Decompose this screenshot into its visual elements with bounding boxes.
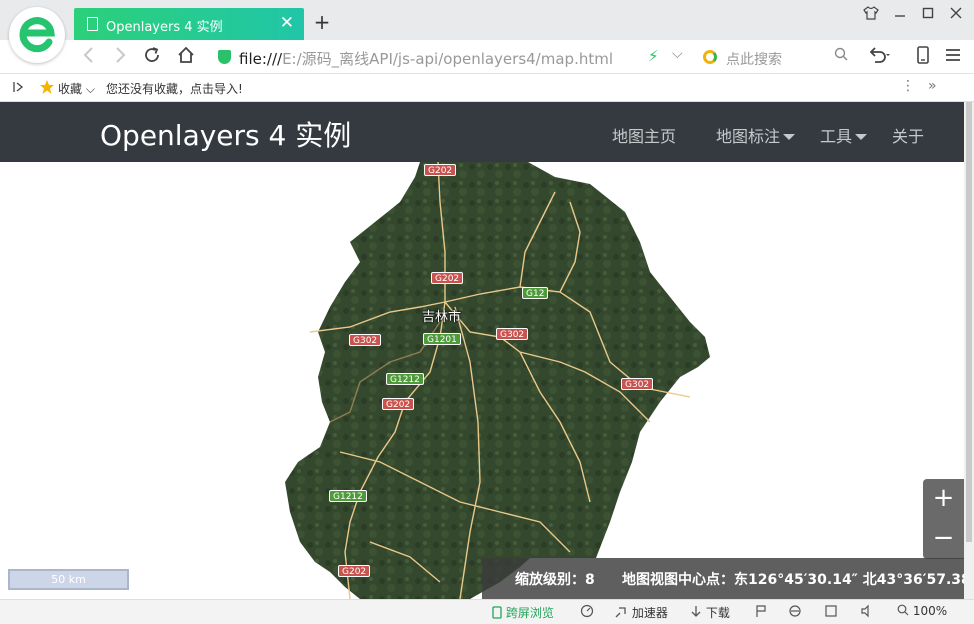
nav-home[interactable]: 地图主页 — [612, 123, 676, 147]
volume-icon[interactable] — [860, 604, 874, 621]
road-label: G302 — [349, 334, 382, 346]
download-button[interactable]: 下载 — [690, 604, 730, 621]
page-icon — [87, 17, 98, 31]
star-folder-icon — [39, 79, 55, 98]
bookmarks-menu[interactable]: 收藏 ⌵ — [58, 80, 95, 97]
road-label: G302 — [621, 378, 654, 390]
url-text: file:///E:/源码_离线API/js-api/openlayers4/m… — [239, 50, 614, 68]
site-navbar: Openlayers 4 实例 地图主页 地图标注 工具 关于 — [0, 102, 964, 162]
satellite-map-layer — [285, 162, 710, 599]
speed-icon[interactable] — [580, 604, 594, 621]
new-tab-button[interactable]: + — [313, 10, 331, 34]
road-label: G202 — [431, 272, 464, 284]
site-brand[interactable]: Openlayers 4 实例 — [100, 114, 351, 154]
status-bar: 跨屏浏览 加速器 下载 100% — [0, 599, 974, 624]
zoom-in-button[interactable]: + — [923, 479, 964, 519]
road-label: G1212 — [329, 490, 367, 502]
nav-about[interactable]: 关于 — [892, 123, 924, 147]
shirt-icon[interactable] — [860, 6, 882, 26]
fullscreen-browse-button[interactable]: 跨屏浏览 — [492, 604, 554, 621]
search-field[interactable]: 点此搜索 — [700, 43, 852, 71]
search-icon[interactable] — [834, 47, 848, 65]
page-zoom-button[interactable]: 100% — [897, 604, 947, 618]
flag-icon[interactable] — [754, 604, 768, 621]
caret-down-icon — [855, 133, 868, 140]
mobile-icon[interactable] — [910, 45, 936, 69]
map-info-panel: 缩放级别：8 地图视图中心点：东126°45′30.14″ 北43°36′57.… — [482, 558, 964, 599]
nav-markers[interactable]: 地图标注 — [716, 123, 796, 147]
zoom-level-text: 缩放级别：8 — [515, 572, 595, 588]
security-shield-icon — [218, 50, 231, 64]
web-page: Openlayers 4 实例 地图主页 地图标注 工具 关于 G202 G20… — [0, 102, 964, 599]
more-vertical-icon[interactable]: ⋮ — [901, 78, 915, 94]
active-tab[interactable]: Openlayers 4 实例 ✕ — [74, 8, 304, 40]
scrollbar-thumb[interactable] — [966, 102, 972, 542]
chevron-down-icon[interactable]: ⌵ — [672, 46, 683, 62]
search-placeholder: 点此搜索 — [726, 52, 782, 68]
sidebar-toggle-icon[interactable] — [12, 80, 24, 97]
zoom-control: + − — [923, 479, 964, 559]
back-icon[interactable] — [76, 45, 102, 69]
search-engine-icon — [703, 50, 717, 64]
road-label: G12 — [522, 287, 549, 299]
road-label: G1212 — [386, 373, 424, 385]
window-icon[interactable] — [824, 604, 838, 621]
accelerator-button[interactable]: 加速器 — [614, 604, 668, 621]
forward-icon[interactable] — [107, 45, 133, 69]
ie-mode-icon[interactable] — [788, 604, 802, 621]
center-coords-text: 地图视图中心点：东126°45′30.14″ 北43°36′57.38″ — [622, 572, 964, 588]
close-window-icon[interactable] — [945, 6, 967, 26]
road-label: G202 — [382, 398, 415, 410]
undo-icon[interactable] — [866, 45, 892, 69]
bookmarks-bar: 收藏 ⌵ 您还没有收藏，点击导入! ⋮ » — [0, 75, 974, 102]
address-toolbar: file:///E:/源码_离线API/js-api/openlayers4/m… — [0, 40, 974, 74]
close-tab-icon[interactable]: ✕ — [280, 13, 294, 33]
tab-title: Openlayers 4 实例 — [106, 20, 223, 35]
tab-bar: Openlayers 4 实例 ✕ + — [0, 0, 974, 63]
home-icon[interactable] — [173, 45, 199, 69]
road-label: G1201 — [423, 333, 461, 345]
nav-tools[interactable]: 工具 — [820, 123, 868, 147]
browser-logo-icon[interactable] — [9, 7, 65, 63]
scale-bar: 50 km — [8, 569, 129, 590]
zoom-out-button[interactable]: − — [923, 519, 964, 559]
vertical-scrollbar[interactable] — [964, 102, 974, 599]
lightning-icon[interactable]: ⚡ — [648, 47, 659, 65]
address-field[interactable]: file:///E:/源码_离线API/js-api/openlayers4/m… — [210, 43, 696, 71]
double-chevron-right-icon[interactable]: » — [928, 78, 937, 94]
road-label: G302 — [496, 328, 529, 340]
refresh-icon[interactable] — [139, 45, 165, 69]
caret-down-icon — [783, 133, 796, 140]
road-label: G202 — [338, 565, 371, 577]
city-label: 吉林市 — [422, 310, 462, 325]
road-label: G202 — [424, 164, 457, 176]
maximize-icon[interactable] — [917, 6, 939, 26]
menu-icon[interactable] — [940, 45, 966, 69]
map-viewport[interactable]: G202 G202 G12 G302 G302 G1201 G1212 G302… — [0, 162, 964, 599]
import-bookmarks-link[interactable]: 您还没有收藏，点击导入! — [106, 80, 243, 97]
minimize-icon[interactable] — [889, 6, 911, 26]
